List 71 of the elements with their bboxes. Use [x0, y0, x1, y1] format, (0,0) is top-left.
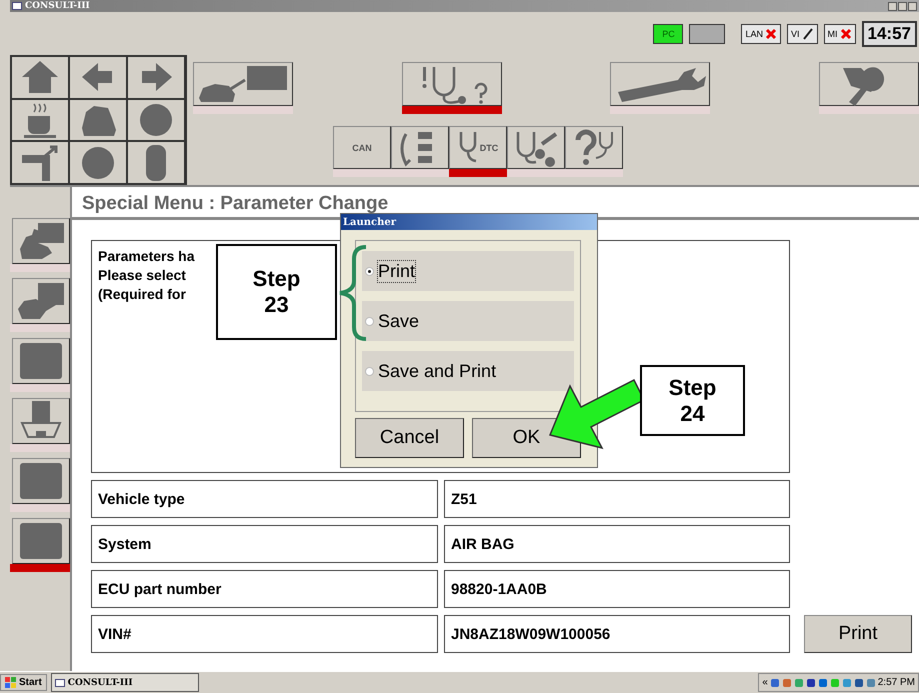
- house-icon: [20, 59, 60, 96]
- navigation-button[interactable]: [69, 56, 127, 99]
- navigation-button[interactable]: [11, 98, 69, 142]
- pc-connection-indicator: PC: [653, 24, 684, 44]
- cross-icon: [840, 28, 852, 40]
- radio-option[interactable]: Save and Print: [362, 351, 574, 391]
- toolbar-button[interactable]: DTC: [449, 126, 507, 169]
- cancel-button[interactable]: Cancel: [355, 418, 464, 458]
- radio-button[interactable]: [365, 366, 374, 376]
- minimize-button[interactable]: [888, 2, 897, 10]
- connection-indicator: MI: [824, 24, 856, 44]
- sidebar-button[interactable]: [12, 518, 70, 564]
- connection-indicator: LAN: [741, 24, 781, 44]
- navigation-button[interactable]: [11, 56, 69, 99]
- navigation-button[interactable]: [11, 141, 69, 184]
- toolbar-button[interactable]: [193, 62, 293, 106]
- field-value: AIR BAG: [444, 525, 790, 563]
- message-text: (Required for: [98, 285, 186, 304]
- radio-option[interactable]: Save: [362, 301, 574, 341]
- sidebar-button[interactable]: [12, 398, 70, 444]
- tray-icon[interactable]: [854, 678, 864, 688]
- sidebar-button[interactable]: [12, 218, 70, 264]
- navigation-button[interactable]: [127, 141, 185, 184]
- connection-indicator: VI: [787, 24, 818, 44]
- navigation-button[interactable]: [127, 98, 185, 142]
- step-callout: Step 24: [640, 365, 745, 436]
- field-label: System: [91, 525, 438, 563]
- message-text: Please select: [98, 266, 186, 285]
- tray-icon[interactable]: [818, 678, 828, 688]
- sidebar-button[interactable]: [12, 458, 70, 504]
- battery-indicator: [689, 24, 726, 44]
- navigation-button[interactable]: [69, 98, 127, 142]
- step-callout: Step 23: [216, 244, 337, 340]
- toolbar-button[interactable]: [565, 126, 623, 169]
- close-button[interactable]: [908, 2, 917, 10]
- taskbar-item[interactable]: CONSULT-III: [50, 673, 199, 692]
- message-text: Parameters ha: [98, 247, 195, 266]
- sidebar-button[interactable]: [12, 338, 70, 384]
- field-value: Z51: [444, 480, 790, 518]
- radio-option[interactable]: Print: [362, 251, 574, 291]
- field-value: 98820-1AA0B: [444, 570, 790, 608]
- field-label: VIN#: [91, 615, 438, 653]
- radio-button[interactable]: [365, 316, 374, 326]
- clock: 14:57: [862, 20, 917, 46]
- sidebar-button[interactable]: [12, 278, 70, 324]
- toolbar-button[interactable]: [507, 126, 565, 169]
- print-button[interactable]: Print: [804, 615, 912, 653]
- tray-icon[interactable]: [806, 678, 816, 688]
- field-value: JN8AZ18W09W100056: [444, 615, 790, 653]
- tray-icon[interactable]: [770, 678, 780, 688]
- device-with-screen-icon: [16, 281, 66, 321]
- toolbar-button[interactable]: [818, 62, 919, 106]
- radio-button[interactable]: [365, 266, 374, 276]
- toolbar-button[interactable]: [402, 62, 502, 106]
- navigation-button[interactable]: [127, 56, 185, 99]
- can-icon: CAN: [352, 142, 372, 152]
- start-button[interactable]: Start: [0, 674, 47, 691]
- resize-arrow-icon: [20, 144, 60, 181]
- tray-clock: 2:57 PM: [878, 677, 915, 688]
- field-label: Vehicle type: [91, 480, 438, 518]
- navigation-button[interactable]: [69, 141, 127, 184]
- toolbar-button[interactable]: [610, 62, 710, 106]
- windows-logo-icon: [5, 677, 17, 688]
- window-title: CONSULT-III: [10, 1, 90, 11]
- toolbar-button[interactable]: [391, 126, 449, 169]
- dtc-label: DTC: [480, 142, 498, 152]
- toolbar-button[interactable]: CAN: [333, 126, 391, 169]
- cross-icon: [765, 28, 777, 40]
- maximize-button[interactable]: [898, 2, 907, 10]
- tray-expand-button[interactable]: «: [762, 677, 768, 688]
- field-label: ECU part number: [91, 570, 438, 608]
